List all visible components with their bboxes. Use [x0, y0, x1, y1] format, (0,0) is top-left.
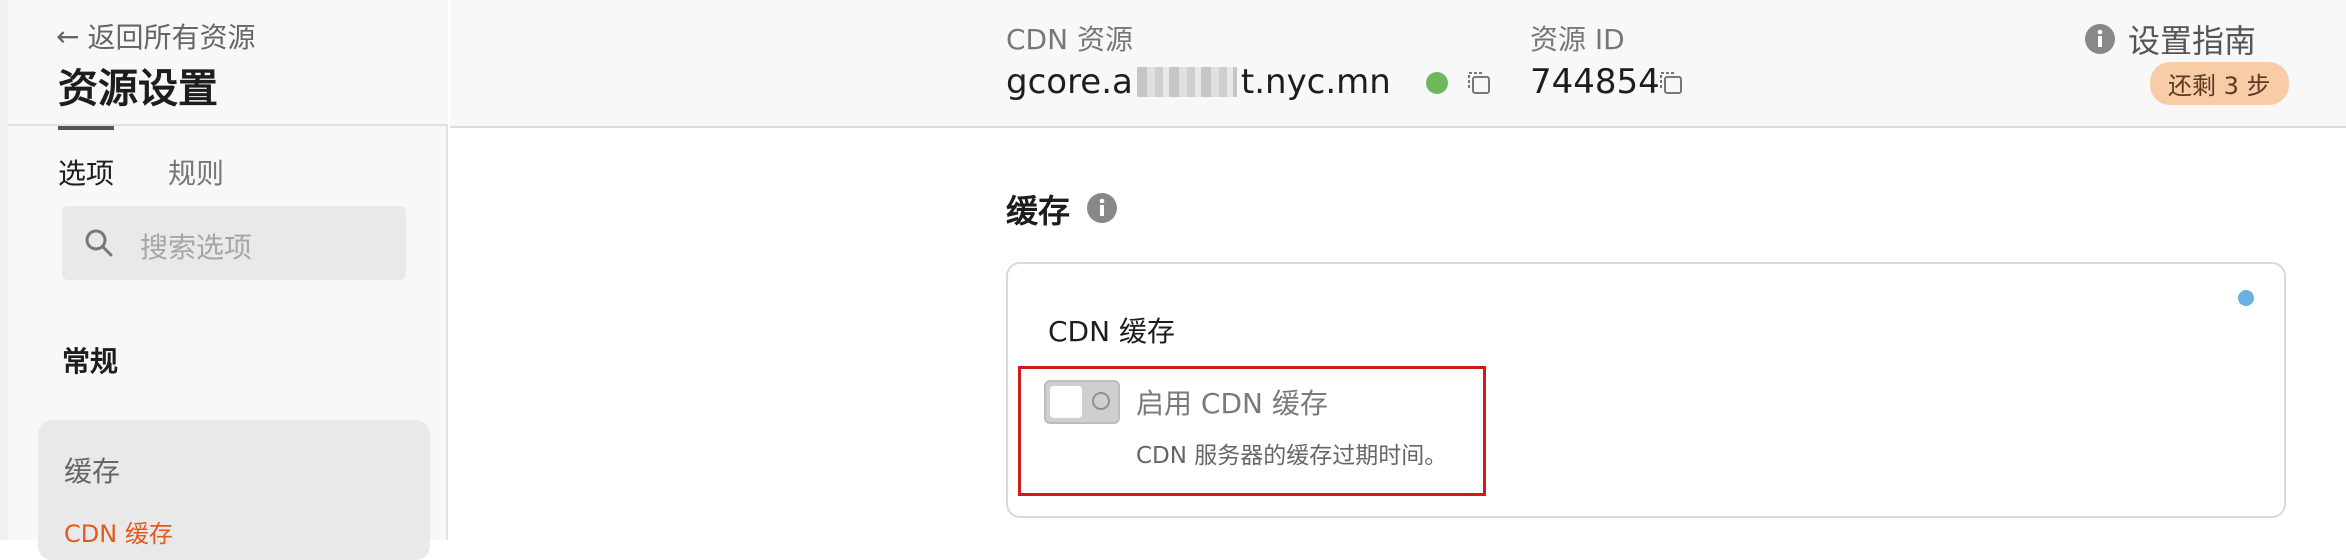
cdn-resource-label: CDN 资源: [1006, 23, 1133, 56]
tab-options[interactable]: 选项: [58, 152, 114, 192]
info-icon[interactable]: [1086, 192, 1118, 224]
cdn-resource-value: gcore.a t.nyc.mn: [1006, 62, 1391, 102]
setup-guide-label: 设置指南: [2128, 22, 2257, 60]
sidebar-cache-group: 缓存 CDN 缓存: [38, 420, 430, 560]
setup-guide-button[interactable]: 设置指南: [2084, 16, 2256, 62]
toggle-knob: [1050, 386, 1082, 418]
info-dot-icon: [2238, 290, 2254, 306]
sidebar-header: ← 返回所有资源 资源设置: [8, 0, 448, 126]
tab-rules[interactable]: 规则: [168, 152, 224, 192]
panel-title: CDN 缓存: [1048, 315, 1175, 348]
resource-id-value: 744854: [1530, 62, 1660, 102]
sidebar: ← 返回所有资源 资源设置 选项 规则 搜索选项 常规 缓存 CDN 缓存: [0, 0, 448, 560]
section-general-heading: 常规: [62, 345, 119, 378]
toggle-off-icon: [1092, 392, 1110, 410]
search-placeholder: 搜索选项: [140, 231, 253, 264]
info-icon: [2085, 24, 2115, 54]
sidebar-item-cache[interactable]: 缓存: [64, 450, 120, 490]
page-title: 资源设置: [58, 66, 218, 112]
cdn-cache-panel: CDN 缓存 启用 CDN 缓存 CDN 服务器的缓存过期时间。: [1006, 262, 2286, 518]
redacted-mask: [1136, 67, 1237, 97]
cdn-resource-value-prefix: gcore.a: [1006, 62, 1133, 102]
resource-header: CDN 资源 gcore.a t.nyc.mn 资源 ID 744854 设置指…: [450, 0, 2346, 128]
cdn-cache-toggle[interactable]: [1044, 380, 1120, 424]
toggle-description: CDN 服务器的缓存过期时间。: [1136, 443, 1448, 469]
copy-icon[interactable]: [1656, 68, 1686, 98]
sidebar-tabs: 选项 规则: [8, 126, 448, 196]
active-tab-indicator: [58, 126, 114, 130]
search-icon: [85, 229, 113, 257]
section-title: 缓存: [1006, 192, 1071, 230]
copy-icon[interactable]: [1464, 68, 1494, 98]
sidebar-item-cdn-cache[interactable]: CDN 缓存: [64, 514, 173, 549]
resource-id-label: 资源 ID: [1530, 23, 1625, 56]
steps-remaining-badge: 还剩 3 步: [2150, 62, 2289, 105]
toggle-label: 启用 CDN 缓存: [1136, 387, 1328, 420]
back-to-resources-link[interactable]: ← 返回所有资源: [56, 16, 255, 56]
search-input[interactable]: 搜索选项: [62, 206, 406, 280]
arrow-left-icon: ←: [56, 19, 80, 53]
status-dot-icon: [1426, 72, 1448, 94]
back-link-label: 返回所有资源: [87, 21, 256, 54]
cdn-resource-value-suffix: t.nyc.mn: [1240, 62, 1391, 102]
